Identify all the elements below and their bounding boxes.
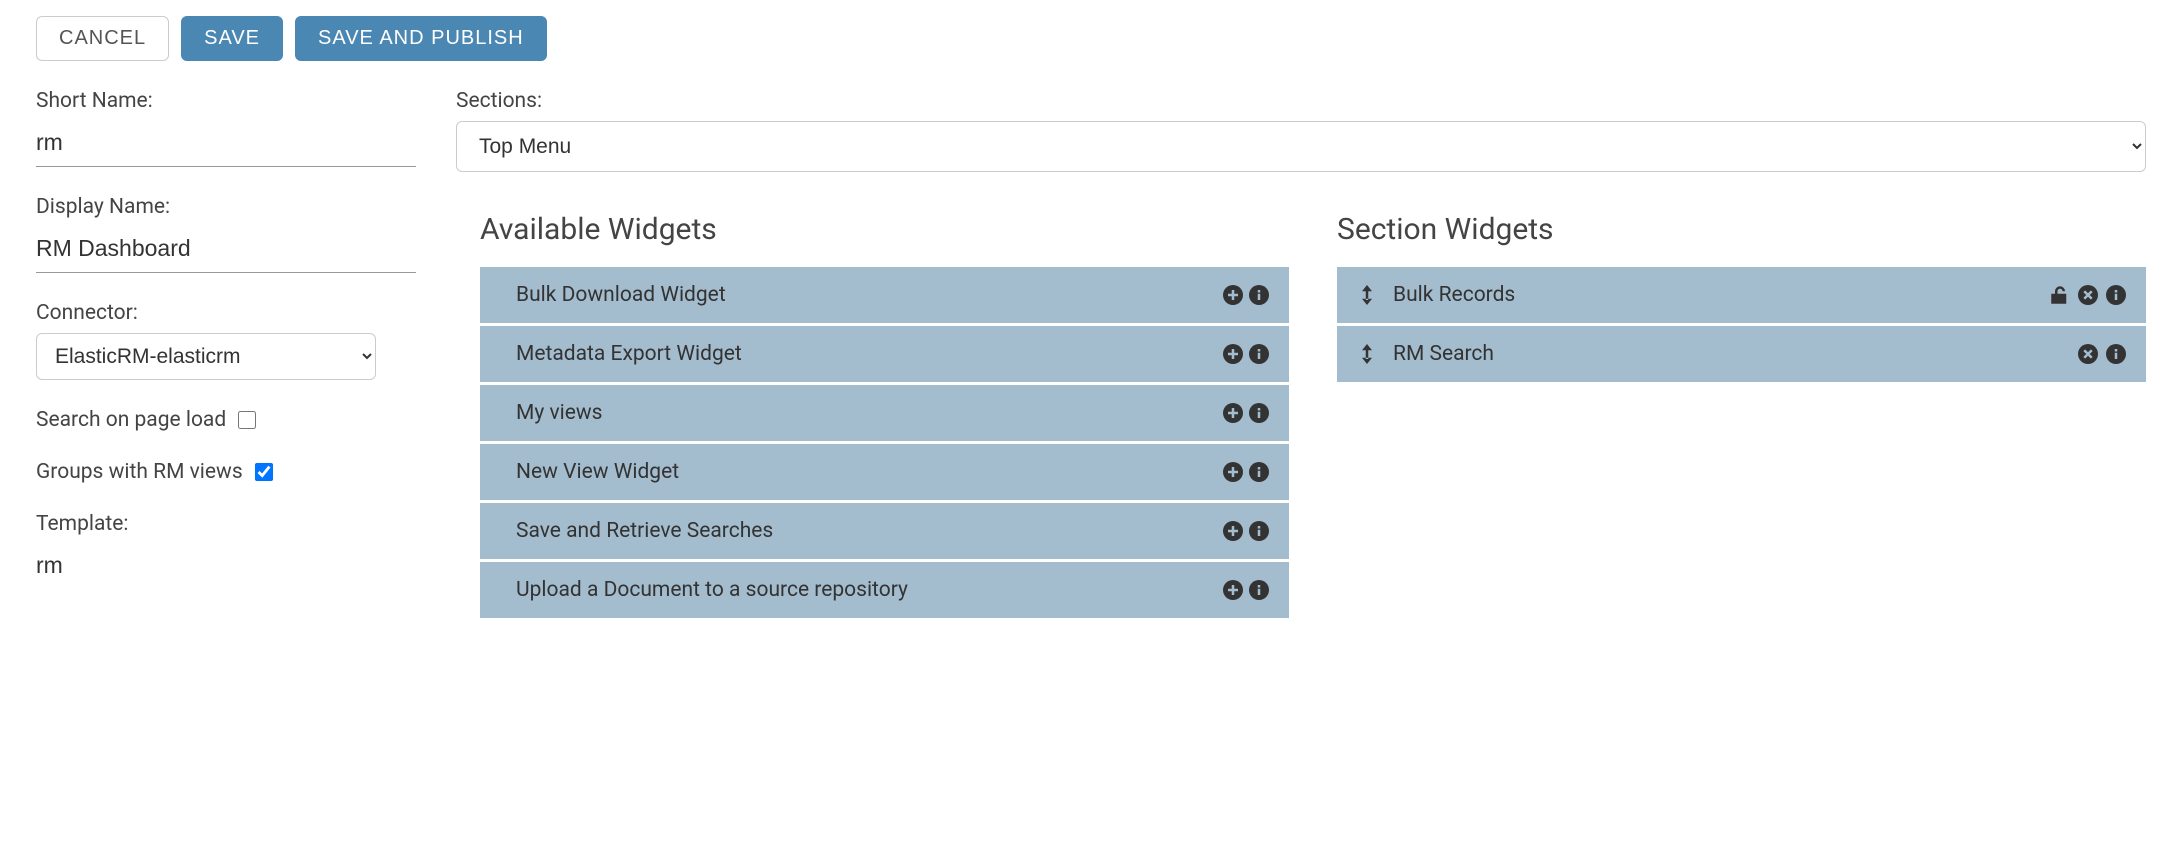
connector-label: Connector: (36, 301, 416, 325)
info-icon[interactable] (1249, 285, 1269, 305)
section-widgets-heading: Section Widgets (1337, 212, 2146, 247)
section-widget-item[interactable]: Bulk Records (1337, 267, 2146, 323)
available-widget-item[interactable]: Metadata Export Widget (480, 326, 1289, 382)
info-icon[interactable] (1249, 403, 1269, 423)
cancel-button[interactable]: CANCEL (36, 16, 169, 61)
add-icon[interactable] (1223, 462, 1243, 482)
info-icon[interactable] (2106, 344, 2126, 364)
available-widget-item[interactable]: New View Widget (480, 444, 1289, 500)
add-icon[interactable] (1223, 521, 1243, 541)
widget-name: New View Widget (516, 460, 1223, 484)
unlock-icon[interactable] (2050, 285, 2070, 305)
sections-select[interactable]: Top Menu (456, 121, 2146, 172)
info-icon[interactable] (1249, 521, 1269, 541)
search-on-load-checkbox[interactable] (238, 411, 256, 429)
add-icon[interactable] (1223, 580, 1243, 600)
save-button[interactable]: SAVE (181, 16, 283, 61)
display-name-input[interactable] (36, 227, 416, 273)
drag-handle-icon[interactable] (1357, 344, 1377, 364)
add-icon[interactable] (1223, 285, 1243, 305)
widget-name: My views (516, 401, 1223, 425)
sections-label: Sections: (456, 89, 2146, 113)
search-on-load-label: Search on page load (36, 408, 226, 432)
info-icon[interactable] (1249, 462, 1269, 482)
section-widget-item[interactable]: RM Search (1337, 326, 2146, 382)
info-icon[interactable] (1249, 344, 1269, 364)
add-icon[interactable] (1223, 403, 1243, 423)
available-widgets-heading: Available Widgets (480, 212, 1289, 247)
drag-handle-icon[interactable] (1357, 285, 1377, 305)
groups-rm-views-checkbox[interactable] (255, 463, 273, 481)
groups-rm-views-label: Groups with RM views (36, 460, 243, 484)
widget-name: Save and Retrieve Searches (516, 519, 1223, 543)
template-label: Template: (36, 512, 416, 536)
info-icon[interactable] (2106, 285, 2126, 305)
available-widget-item[interactable]: Bulk Download Widget (480, 267, 1289, 323)
remove-icon[interactable] (2078, 285, 2098, 305)
info-icon[interactable] (1249, 580, 1269, 600)
save-and-publish-button[interactable]: SAVE AND PUBLISH (295, 16, 547, 61)
remove-icon[interactable] (2078, 344, 2098, 364)
short-name-input[interactable] (36, 121, 416, 167)
short-name-label: Short Name: (36, 89, 416, 113)
available-widget-item[interactable]: Save and Retrieve Searches (480, 503, 1289, 559)
display-name-label: Display Name: (36, 195, 416, 219)
available-widget-item[interactable]: My views (480, 385, 1289, 441)
widget-name: Bulk Download Widget (516, 283, 1223, 307)
widget-name: Metadata Export Widget (516, 342, 1223, 366)
widget-name: Bulk Records (1393, 283, 2050, 307)
widget-name: RM Search (1393, 342, 2078, 366)
add-icon[interactable] (1223, 344, 1243, 364)
widget-name: Upload a Document to a source repository (516, 578, 1223, 602)
template-input[interactable] (36, 544, 416, 589)
connector-select[interactable]: ElasticRM-elasticrm (36, 333, 376, 380)
available-widget-item[interactable]: Upload a Document to a source repository (480, 562, 1289, 618)
